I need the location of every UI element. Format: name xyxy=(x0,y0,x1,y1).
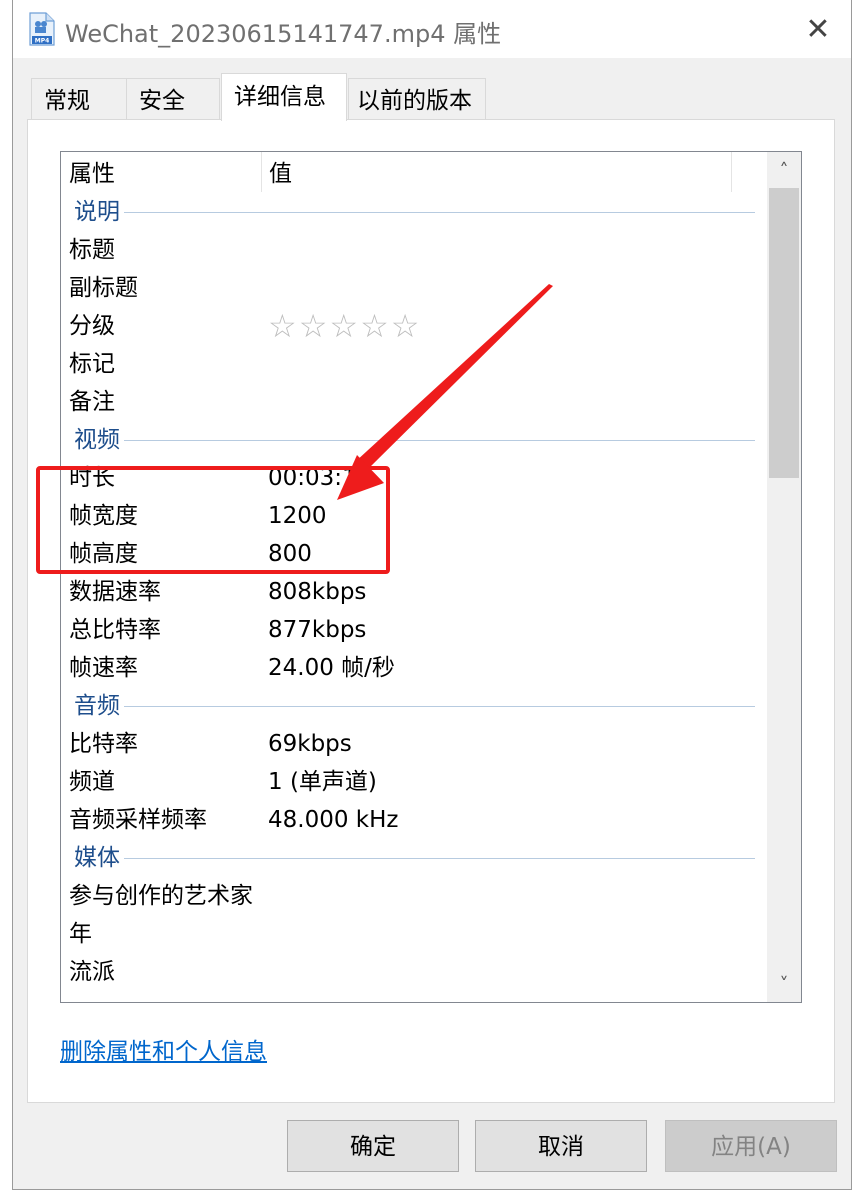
star-icon[interactable]: ☆ xyxy=(360,307,391,345)
list-item[interactable]: 比特率 69kbps xyxy=(61,724,767,762)
star-icon[interactable]: ☆ xyxy=(299,307,330,345)
property-name: 参与创作的艺术家 xyxy=(69,883,253,909)
group-line xyxy=(75,440,755,441)
column-header-property[interactable]: 属性 xyxy=(61,152,261,192)
property-name: 音频采样频率 xyxy=(69,807,207,833)
list-item[interactable]: 年 xyxy=(61,914,767,952)
property-name: 总比特率 xyxy=(69,617,161,643)
list-item[interactable]: 流派 xyxy=(61,952,767,990)
group-name: 媒体 xyxy=(74,838,124,878)
list-rows: 说明 标题 副标题 分级 ☆☆☆☆☆ 标记 备注 视频 时长 00:03:1 帧宽… xyxy=(61,192,767,990)
group-header-description: 说明 xyxy=(61,192,767,232)
property-value: 1 (单声道) xyxy=(268,769,377,795)
rating-stars[interactable]: ☆☆☆☆☆ xyxy=(268,306,421,346)
property-value: 69kbps xyxy=(268,731,352,757)
list-item[interactable]: 备注 xyxy=(61,382,767,420)
group-name: 说明 xyxy=(74,192,124,232)
scroll-down-button[interactable]: ˅ xyxy=(767,966,801,1002)
tab-label: 以前的版本 xyxy=(357,88,472,114)
list-item[interactable]: 副标题 xyxy=(61,268,767,306)
property-name: 数据速率 xyxy=(69,579,161,605)
group-name: 音频 xyxy=(74,686,124,726)
property-name: 副标题 xyxy=(69,275,138,301)
ok-button[interactable]: 确定 xyxy=(287,1120,459,1172)
properties-list[interactable]: 属性 值 说明 标题 副标题 分级 ☆☆☆☆☆ 标记 备注 视频 时长 00:0… xyxy=(60,151,802,1003)
star-icon[interactable]: ☆ xyxy=(329,307,360,345)
tab-label: 详细信息 xyxy=(234,84,326,110)
tab-general[interactable]: 常规 xyxy=(31,78,127,120)
property-name: 帧速率 xyxy=(69,655,138,681)
column-divider[interactable] xyxy=(731,152,732,192)
remove-properties-link[interactable]: 删除属性和个人信息 xyxy=(60,1032,267,1066)
vertical-scrollbar[interactable]: ˄ ˅ xyxy=(767,152,801,1002)
details-panel: 属性 值 说明 标题 副标题 分级 ☆☆☆☆☆ 标记 备注 视频 时长 00:0… xyxy=(27,119,835,1103)
property-name: 标记 xyxy=(69,351,115,377)
column-header-value[interactable]: 值 xyxy=(261,152,731,192)
list-item[interactable]: 帧速率 24.00 帧/秒 xyxy=(61,648,767,686)
close-icon: ✕ xyxy=(805,11,831,47)
property-name: 比特率 xyxy=(69,731,138,757)
list-header: 属性 值 xyxy=(61,152,767,192)
list-item[interactable]: 频道 1 (单声道) xyxy=(61,762,767,800)
property-value: 48.000 kHz xyxy=(268,807,399,833)
property-name: 流派 xyxy=(69,959,115,985)
tab-security[interactable]: 安全 xyxy=(126,78,220,120)
group-line xyxy=(75,212,755,213)
property-name: 年 xyxy=(69,921,92,947)
tab-label: 安全 xyxy=(139,88,185,114)
apply-button[interactable]: 应用(A) xyxy=(665,1120,837,1172)
highlight-box xyxy=(36,466,390,574)
property-name: 频道 xyxy=(69,769,115,795)
list-item[interactable]: 标记 xyxy=(61,344,767,382)
list-item[interactable]: 标题 xyxy=(61,230,767,268)
list-item[interactable]: 分级 ☆☆☆☆☆ xyxy=(61,306,767,346)
chevron-up-icon: ˄ xyxy=(779,159,789,181)
list-item[interactable]: 数据速率 808kbps xyxy=(61,572,767,610)
tab-previous-versions[interactable]: 以前的版本 xyxy=(348,78,486,120)
properties-dialog: MP4 WeChat_20230615141747.mp4 属性 ✕ 常规 安全… xyxy=(12,0,852,1190)
list-item[interactable]: 音频采样频率 48.000 kHz xyxy=(61,800,767,838)
group-line xyxy=(75,858,755,859)
group-line xyxy=(75,706,755,707)
property-value: 808kbps xyxy=(268,579,367,605)
title-bar: MP4 WeChat_20230615141747.mp4 属性 ✕ xyxy=(13,0,851,58)
chevron-down-icon: ˅ xyxy=(779,973,789,995)
group-header-audio: 音频 xyxy=(61,686,767,726)
cancel-button[interactable]: 取消 xyxy=(475,1120,647,1172)
group-header-media: 媒体 xyxy=(61,838,767,878)
scrollbar-thumb[interactable] xyxy=(769,188,799,478)
property-value: 24.00 帧/秒 xyxy=(268,655,395,681)
list-item[interactable]: 总比特率 877kbps xyxy=(61,610,767,648)
tab-label: 常规 xyxy=(44,88,90,114)
property-name: 分级 xyxy=(69,313,115,339)
scroll-up-button[interactable]: ˄ xyxy=(767,152,801,188)
tab-details[interactable]: 详细信息 xyxy=(221,73,347,121)
property-name: 标题 xyxy=(69,237,115,263)
group-header-video: 视频 xyxy=(61,420,767,460)
star-icon[interactable]: ☆ xyxy=(268,307,299,345)
star-icon[interactable]: ☆ xyxy=(391,307,422,345)
property-name: 备注 xyxy=(69,389,115,415)
window-title: WeChat_20230615141747.mp4 属性 xyxy=(65,20,502,48)
close-button[interactable]: ✕ xyxy=(785,0,851,58)
property-value: 877kbps xyxy=(268,617,367,643)
list-item[interactable]: 参与创作的艺术家 xyxy=(61,876,767,914)
group-name: 视频 xyxy=(74,420,124,460)
file-type-label: MP4 xyxy=(35,38,50,45)
video-file-icon: MP4 xyxy=(29,12,55,46)
